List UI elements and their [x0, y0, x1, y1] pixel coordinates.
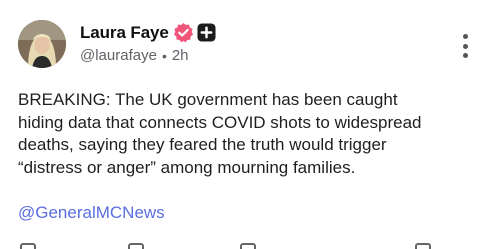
author-name[interactable]: Laura Faye: [80, 23, 169, 43]
plus-badge-icon: [197, 23, 216, 42]
meta-separator: •: [161, 47, 167, 64]
post-line: hiding data that connects COVID shots to…: [18, 112, 422, 132]
post-line: BREAKING: The UK government has been cau…: [18, 90, 398, 109]
post-body: BREAKING: The UK government has been cau…: [18, 89, 488, 179]
author-meta: @laurafaye • 2h: [80, 47, 189, 64]
share-icon[interactable]: [415, 243, 431, 249]
repost-icon[interactable]: [128, 243, 144, 249]
like-icon[interactable]: [240, 243, 256, 249]
post-card: Laura Faye @laurafaye • 2h BREAKING: The…: [0, 0, 500, 249]
post-line: deaths, saying they feared the truth wou…: [18, 135, 387, 154]
author-row: Laura Faye: [80, 22, 216, 43]
reply-icon[interactable]: [20, 243, 36, 249]
post-time[interactable]: 2h: [172, 47, 189, 64]
mention-link[interactable]: @GeneralMCNews: [18, 203, 165, 223]
post-line: “distress or anger” among mourning famil…: [18, 157, 356, 177]
verified-badge-icon: [173, 22, 194, 43]
avatar[interactable]: [18, 20, 66, 68]
action-bar: [0, 240, 500, 249]
more-options-icon[interactable]: [459, 34, 471, 58]
author-handle[interactable]: @laurafaye: [80, 47, 157, 64]
